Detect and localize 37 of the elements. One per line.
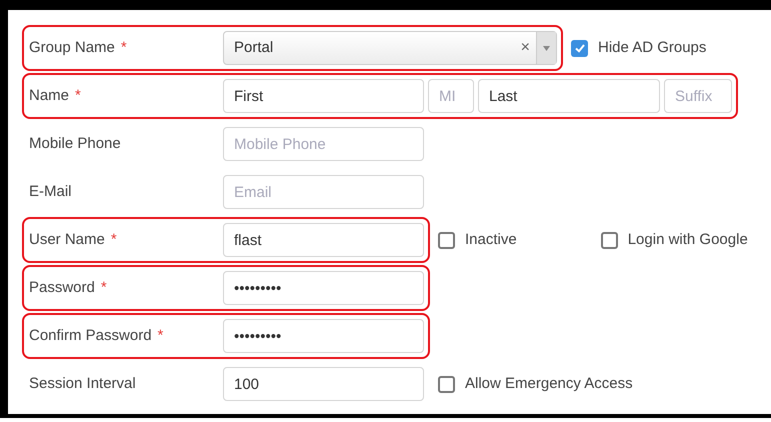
text-field[interactable]: Last <box>478 79 660 113</box>
required-marker: * <box>75 86 81 106</box>
required-marker: * <box>100 278 107 298</box>
text-field[interactable]: Mobile Phone <box>223 127 424 161</box>
checkbox[interactable] <box>571 40 588 56</box>
required-marker: * <box>110 230 117 250</box>
required-marker: * <box>158 326 164 346</box>
checkbox-label: Allow Emergency Access <box>465 374 633 394</box>
text-field[interactable]: MI <box>428 79 474 113</box>
field-label: Session Interval <box>29 374 136 394</box>
field-label: Mobile Phone <box>29 134 121 154</box>
field-label: E-Mail <box>29 182 72 202</box>
text-field[interactable]: First <box>223 79 424 113</box>
field-label: Password <box>29 278 95 298</box>
text-field[interactable]: flast <box>223 223 424 257</box>
select-value: Portal <box>233 38 274 58</box>
text-field[interactable]: Email <box>223 175 424 209</box>
group-select[interactable]: Portal × <box>223 31 557 65</box>
text-field[interactable]: ••••••••• <box>223 271 424 305</box>
checkbox-label: Hide AD Groups <box>598 38 706 58</box>
checkbox[interactable] <box>438 376 455 392</box>
text-field[interactable]: Suffix <box>664 79 732 113</box>
field-label: Group Name <box>29 38 115 58</box>
caret-icon <box>543 46 550 50</box>
checkbox-label: Login with Google <box>628 230 748 250</box>
field-label: User Name <box>29 230 105 250</box>
clear-button[interactable]: × <box>514 36 536 60</box>
dropdown-toggle[interactable] <box>536 32 556 64</box>
field-label: Name <box>29 86 70 106</box>
text-field[interactable]: ••••••••• <box>223 319 424 353</box>
check-icon <box>574 42 586 54</box>
required-marker: * <box>120 38 127 58</box>
checkbox[interactable] <box>438 232 455 248</box>
text-field[interactable]: 100 <box>223 367 424 401</box>
field-label: Confirm Password <box>29 326 152 346</box>
checkbox[interactable] <box>600 232 618 248</box>
checkbox-label: Inactive <box>465 230 517 250</box>
